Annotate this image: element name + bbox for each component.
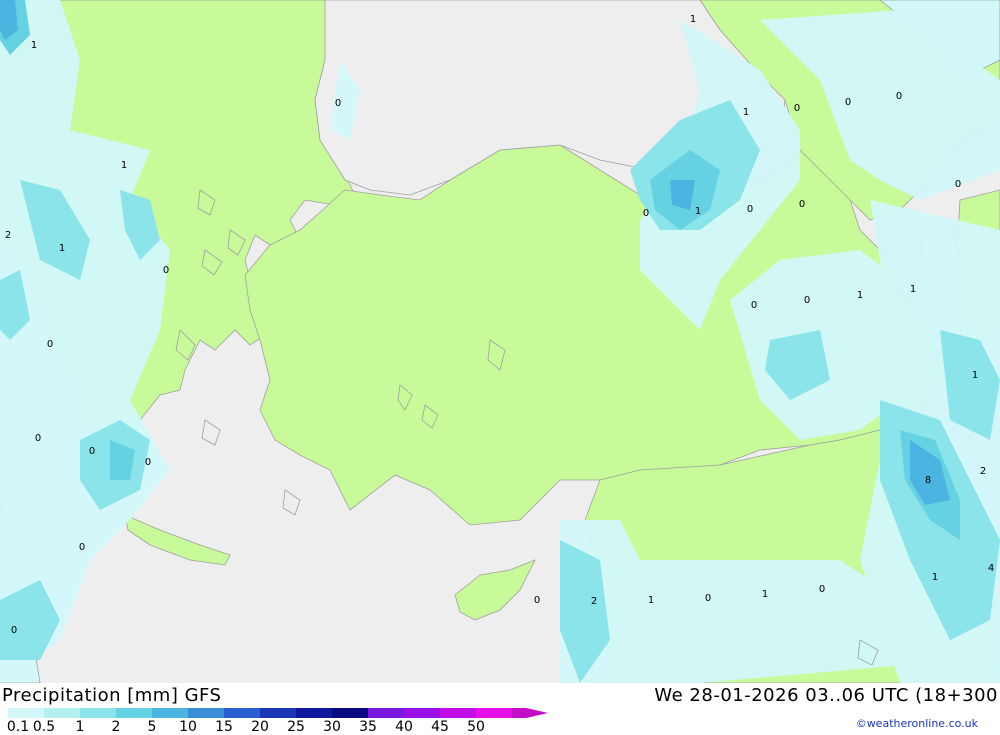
- value-label: 1: [857, 290, 863, 301]
- precipitation-map: 1 0 1 2 1 0 0 0 0 0 0 1 1 0 0 0 0 0 0 1 …: [0, 0, 1000, 683]
- legend-swatch: [368, 708, 404, 718]
- value-label: 1: [932, 572, 938, 583]
- value-label: 0: [799, 199, 805, 210]
- value-label: 0: [705, 593, 711, 604]
- footer: Precipitation [mm] GFS We 28-01-2026 03.…: [0, 683, 1000, 735]
- valid-time: We 28-01-2026 03..06 UTC (18+300: [654, 685, 998, 706]
- value-label: 1: [695, 206, 701, 217]
- value-label: 8: [925, 475, 931, 486]
- value-label: 0: [747, 204, 753, 215]
- value-label: 0: [845, 97, 851, 108]
- value-label: 0: [819, 584, 825, 595]
- legend-swatch: [404, 708, 440, 718]
- value-label: 0: [11, 625, 17, 636]
- value-label: 0: [794, 103, 800, 114]
- legend-swatch: [116, 708, 152, 718]
- legend-swatch: [512, 708, 548, 718]
- value-label: 1: [121, 160, 127, 171]
- map-title: Precipitation [mm] GFS: [2, 685, 222, 706]
- legend-swatch: [152, 708, 188, 718]
- value-label: 0: [335, 98, 341, 109]
- value-label: 0: [643, 208, 649, 219]
- value-label: 0: [804, 295, 810, 306]
- value-label: 0: [955, 179, 961, 190]
- value-label: 1: [648, 595, 654, 606]
- value-label: 0: [145, 457, 151, 468]
- legend-swatch: [224, 708, 260, 718]
- value-label: 0: [896, 91, 902, 102]
- value-label: 0: [89, 446, 95, 457]
- legend-swatch: [8, 708, 44, 718]
- value-label: 2: [5, 230, 11, 241]
- value-label: 1: [31, 40, 37, 51]
- value-label: 1: [59, 243, 65, 254]
- value-label: 0: [79, 542, 85, 553]
- value-label: 1: [910, 284, 916, 295]
- value-label: 0: [751, 300, 757, 311]
- value-label: 1: [972, 370, 978, 381]
- value-label: 2: [980, 466, 986, 477]
- value-label: 0: [35, 433, 41, 444]
- legend-swatch: [296, 708, 332, 718]
- legend-swatch: [440, 708, 476, 718]
- legend-swatch: [332, 708, 368, 718]
- legend-swatch: [476, 708, 512, 718]
- value-label: 1: [762, 589, 768, 600]
- value-label: 2: [591, 596, 597, 607]
- value-label: 0: [163, 265, 169, 276]
- value-label: 1: [690, 14, 696, 25]
- value-label: 4: [988, 563, 994, 574]
- value-label: 1: [743, 107, 749, 118]
- legend-swatch: [260, 708, 296, 718]
- value-label: 0: [47, 339, 53, 350]
- legend-swatch: [80, 708, 116, 718]
- legend-swatch: [44, 708, 80, 718]
- value-label: 0: [534, 595, 540, 606]
- legend-swatch: [188, 708, 224, 718]
- credit-link[interactable]: ©weatheronline.co.uk: [856, 717, 978, 730]
